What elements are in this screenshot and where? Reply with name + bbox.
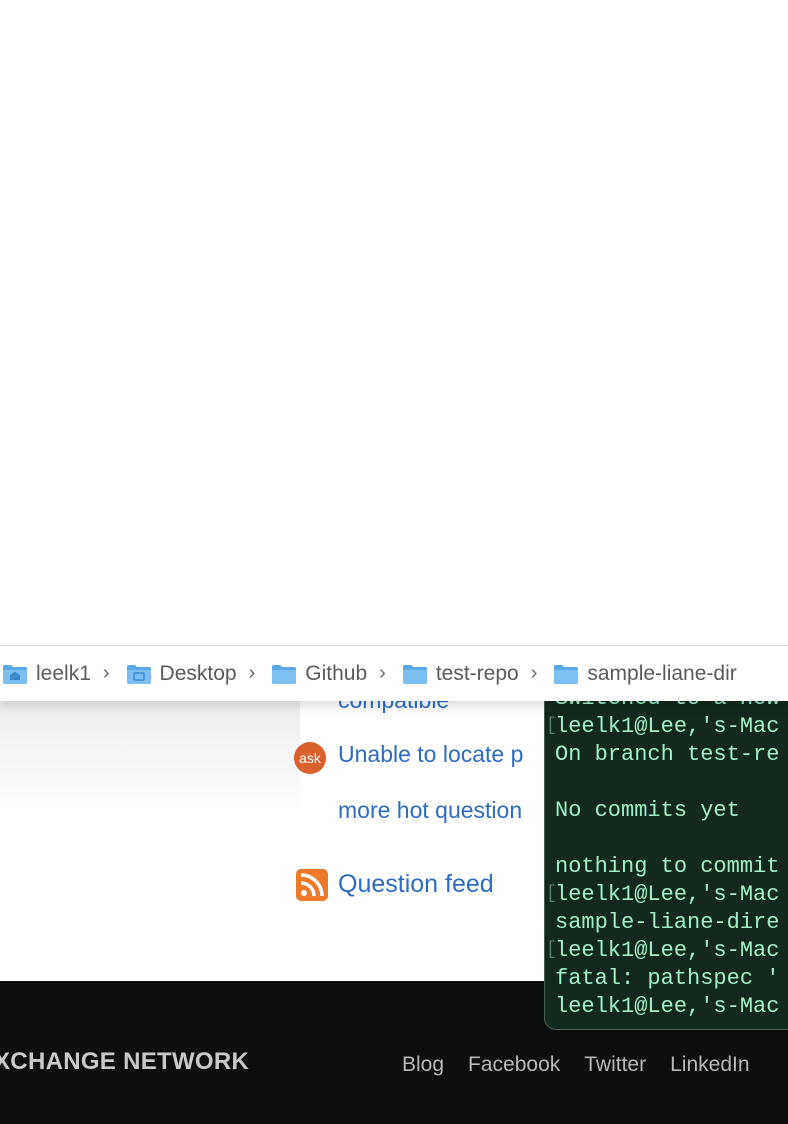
path-item-desktop[interactable]: Desktop ›	[124, 646, 270, 701]
terminal-line: fatal: pathspec '	[555, 966, 780, 991]
finder-path-bar: leelk1 › Desktop › Github › test-repo › …	[0, 645, 788, 701]
home-folder-icon	[3, 664, 27, 684]
footer-link-blog[interactable]: Blog	[402, 1053, 444, 1077]
terminal-line: leelk1@Lee,'s-Mac	[555, 994, 780, 1019]
path-item-label: Github	[305, 661, 368, 685]
folder-icon	[554, 664, 579, 684]
path-item-label: sample-liane-dir	[587, 661, 737, 685]
chevron-right-icon: ›	[379, 662, 386, 684]
footer-link-twitter[interactable]: Twitter	[584, 1053, 646, 1077]
terminal-window[interactable]: Switched to a new [ leelk1@Lee,'s-Mac On…	[544, 690, 788, 1030]
terminal-line: leelk1@Lee,'s-Mac	[555, 938, 780, 963]
question-feed-link[interactable]: Question feed	[338, 870, 494, 899]
hot-question-link[interactable]: Unable to locate p	[338, 741, 523, 768]
path-item-leelk1[interactable]: leelk1 ›	[0, 646, 124, 701]
path-item-test-repo[interactable]: test-repo ›	[400, 646, 552, 701]
folder-icon	[402, 664, 427, 684]
terminal-line: No commits yet	[555, 798, 740, 823]
footer-network-title[interactable]: XCHANGE NETWORK	[0, 1048, 249, 1076]
hot-question-link[interactable]: compatible	[338, 700, 449, 714]
path-item-sample-liane-dir[interactable]: sample-liane-dir	[551, 646, 737, 701]
path-item-github[interactable]: Github ›	[269, 646, 400, 701]
folder-icon	[272, 664, 297, 684]
terminal-line: nothing to commit	[555, 854, 780, 879]
terminal-line: On branch test-re	[555, 742, 780, 767]
path-item-label: Desktop	[159, 661, 237, 685]
path-item-label: leelk1	[36, 661, 91, 685]
window-shadow	[0, 700, 300, 810]
terminal-line: sample-liane-dire	[555, 910, 780, 935]
path-item-label: test-repo	[435, 661, 519, 685]
terminal-line: leelk1@Lee,'s-Mac	[555, 882, 780, 907]
finder-window-content	[0, 0, 788, 645]
footer-link-facebook[interactable]: Facebook	[468, 1053, 560, 1077]
footer-social-links: Blog Facebook Twitter LinkedIn	[402, 1053, 750, 1077]
chevron-right-icon: ›	[530, 662, 538, 684]
terminal-line: leelk1@Lee,'s-Mac	[555, 714, 780, 739]
more-hot-questions-link[interactable]: more hot question	[338, 797, 522, 824]
rss-feed-icon	[296, 869, 328, 901]
desktop-folder-icon	[126, 664, 151, 684]
chevron-right-icon: ›	[248, 662, 256, 684]
ask-ubuntu-site-icon: ask	[294, 742, 326, 774]
footer-link-linkedin[interactable]: LinkedIn	[670, 1053, 749, 1077]
chevron-right-icon: ›	[102, 662, 110, 684]
